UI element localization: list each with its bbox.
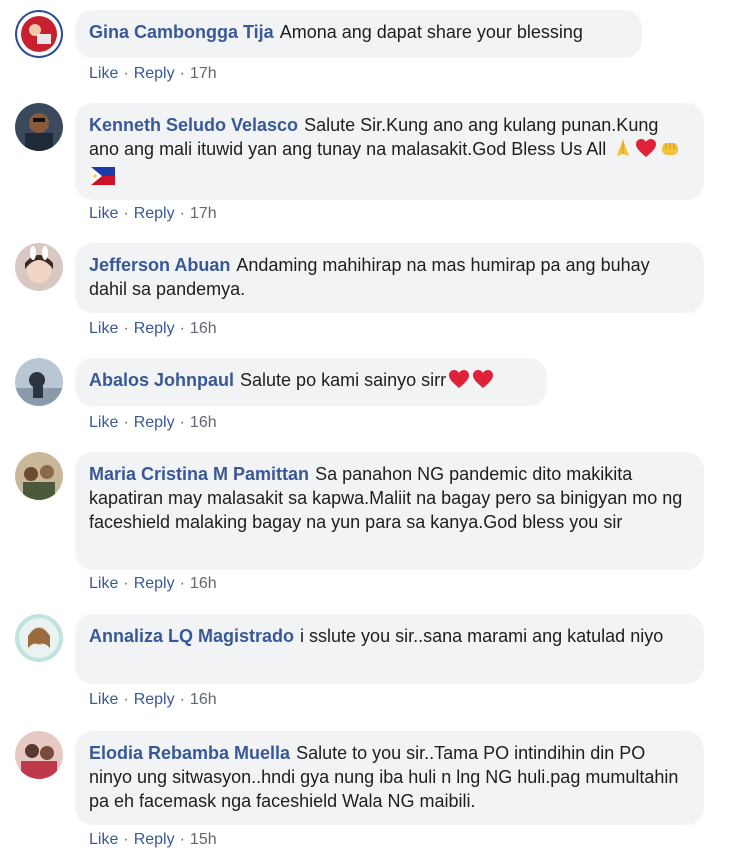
comment-actions: Like · Reply · 15h xyxy=(89,830,217,850)
comment-actions: Like · Reply · 16h xyxy=(89,690,217,710)
avatar[interactable] xyxy=(15,452,63,500)
comment-bubble: Maria Cristina M Pamittan Sa panahon NG p… xyxy=(75,452,704,570)
separator-dot: · xyxy=(123,575,129,592)
separator-dot: · xyxy=(179,831,185,848)
like-link[interactable]: Like xyxy=(89,414,118,431)
separator-dot: · xyxy=(123,691,129,708)
avatar[interactable] xyxy=(15,243,63,291)
like-link[interactable]: Like xyxy=(89,65,118,82)
comment-author[interactable]: Gina Cambongga Tija xyxy=(89,22,274,42)
separator-dot: · xyxy=(179,575,185,592)
comment-actions: Like · Reply · 16h xyxy=(89,413,217,433)
folded-hands-emoji xyxy=(613,138,633,164)
comment-text: i sslute you sir..sana marami ang katula… xyxy=(300,626,664,646)
reply-link[interactable]: Reply xyxy=(134,320,175,337)
comment-actions: Like · Reply · 17h xyxy=(89,64,217,84)
separator-dot: · xyxy=(123,831,129,848)
reply-link[interactable]: Reply xyxy=(134,691,175,708)
comment-timestamp[interactable]: 16h xyxy=(190,575,217,592)
separator-dot: · xyxy=(179,691,185,708)
raised-fist-emoji xyxy=(659,138,681,164)
comment-bubble: Kenneth Seludo Velasco Salute Sir.Kung an… xyxy=(75,103,704,200)
red-heart-emoji xyxy=(448,369,470,395)
comment-text: Amona ang dapat share your blessing xyxy=(279,22,583,42)
separator-dot: · xyxy=(123,205,129,222)
separator-dot: · xyxy=(123,414,129,431)
comment-bubble: Abalos Johnpaul Salute po kami sainyo sir… xyxy=(75,358,547,406)
comment-author[interactable]: Jefferson Abuan xyxy=(89,255,230,275)
reply-link[interactable]: Reply xyxy=(134,414,175,431)
avatar[interactable] xyxy=(15,10,63,58)
comment-author[interactable]: Kenneth Seludo Velasco xyxy=(89,115,298,135)
avatar[interactable] xyxy=(15,614,63,662)
comment-timestamp[interactable]: 17h xyxy=(190,205,217,222)
comment-timestamp[interactable]: 17h xyxy=(190,65,217,82)
like-link[interactable]: Like xyxy=(89,691,118,708)
reply-link[interactable]: Reply xyxy=(134,205,175,222)
separator-dot: · xyxy=(179,65,185,82)
avatar[interactable] xyxy=(15,358,63,406)
comment-actions: Like · Reply · 16h xyxy=(89,574,217,594)
comment-actions: Like · Reply · 16h xyxy=(89,319,217,339)
separator-dot: · xyxy=(179,320,185,337)
comment-author[interactable]: Annaliza LQ Magistrado xyxy=(89,626,294,646)
comment-author[interactable]: Elodia Rebamba Muella xyxy=(89,743,290,763)
comment-timestamp[interactable]: 16h xyxy=(190,414,217,431)
philippine-flag-emoji xyxy=(91,167,115,191)
separator-dot: · xyxy=(123,65,129,82)
reply-link[interactable]: Reply xyxy=(134,575,175,592)
like-link[interactable]: Like xyxy=(89,831,118,848)
comment-author[interactable]: Maria Cristina M Pamittan xyxy=(89,464,309,484)
like-link[interactable]: Like xyxy=(89,320,118,337)
comment-bubble: Gina Cambongga Tija Amona ang dapat share… xyxy=(75,10,642,58)
comment-bubble: Elodia Rebamba Muella Salute to you sir..… xyxy=(75,731,704,825)
comment-timestamp[interactable]: 16h xyxy=(190,320,217,337)
comment-text: Salute po kami sainyo sirr xyxy=(240,370,447,390)
red-heart-emoji xyxy=(635,138,657,164)
avatar[interactable] xyxy=(15,103,63,151)
separator-dot: · xyxy=(179,414,185,431)
avatar[interactable] xyxy=(15,731,63,779)
comment-author[interactable]: Abalos Johnpaul xyxy=(89,370,234,390)
red-heart-emoji xyxy=(472,369,494,395)
comment-list: Gina Cambongga Tija Amona ang dapat share… xyxy=(0,0,750,861)
comment-timestamp[interactable]: 15h xyxy=(190,831,217,848)
comment-timestamp[interactable]: 16h xyxy=(190,691,217,708)
reply-link[interactable]: Reply xyxy=(134,65,175,82)
comment-bubble: Jefferson Abuan Andaming mahihirap na mas… xyxy=(75,243,704,313)
comment-bubble: Annaliza LQ Magistrado i sslute you sir..… xyxy=(75,614,704,684)
comment-actions: Like · Reply · 17h xyxy=(89,204,217,224)
like-link[interactable]: Like xyxy=(89,575,118,592)
separator-dot: · xyxy=(179,205,185,222)
separator-dot: · xyxy=(123,320,129,337)
like-link[interactable]: Like xyxy=(89,205,118,222)
reply-link[interactable]: Reply xyxy=(134,831,175,848)
